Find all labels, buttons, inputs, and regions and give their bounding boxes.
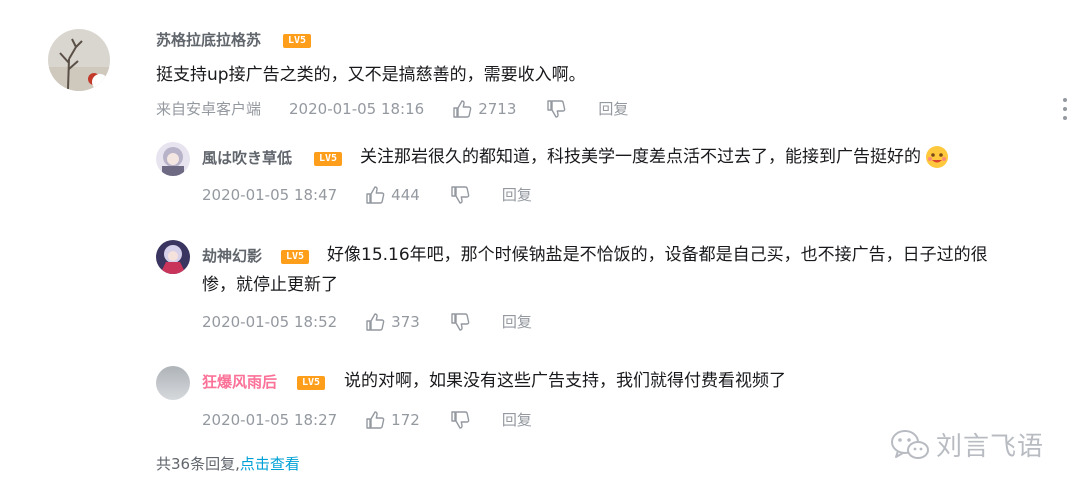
- watermark: 刘言飞语: [890, 426, 1044, 463]
- reply-button[interactable]: 回复: [598, 98, 628, 120]
- like-button[interactable]: 444: [365, 184, 420, 206]
- thumbs-up-icon: [366, 313, 385, 331]
- thumbs-down-icon: [451, 186, 470, 204]
- reply-username[interactable]: 狂爆风雨后: [202, 372, 277, 392]
- avatar[interactable]: [156, 240, 190, 274]
- level-badge: LV5: [283, 34, 311, 48]
- view-replies-link[interactable]: 点击查看: [240, 455, 300, 473]
- comment-time: 2020-01-05 18:16: [289, 100, 425, 118]
- thumbs-up-icon: [453, 100, 472, 118]
- like-count: 172: [391, 411, 420, 429]
- thumbs-up-icon: [366, 186, 385, 204]
- avatar[interactable]: [48, 29, 110, 91]
- comment-source: 来自安卓客户端: [156, 100, 262, 118]
- reply-username[interactable]: 劫神幻影: [202, 246, 262, 266]
- avatar[interactable]: [156, 142, 190, 176]
- dislike-button[interactable]: [450, 185, 470, 205]
- reply-meta: 2020-01-05 18:47 444 回复: [202, 184, 532, 206]
- thumbs-up-icon: [366, 411, 385, 429]
- level-badge: LV5: [314, 152, 342, 166]
- level-badge: LV5: [297, 376, 325, 390]
- watermark-text: 刘言飞语: [936, 432, 1045, 462]
- comment-username[interactable]: 苏格拉底拉格苏: [156, 30, 261, 50]
- comment-text: 挺支持up接广告之类的，又不是搞慈善的，需要收入啊。: [156, 65, 586, 85]
- like-button[interactable]: 2713: [452, 98, 516, 120]
- more-options-icon[interactable]: [1060, 98, 1070, 120]
- like-button[interactable]: 172: [365, 409, 420, 431]
- reply-time: 2020-01-05 18:47: [202, 186, 338, 204]
- thumbs-down-icon: [547, 100, 566, 118]
- comment-meta: 来自安卓客户端 2020-01-05 18:16 2713 回复: [156, 98, 628, 120]
- wechat-icon: [891, 429, 929, 459]
- reply-text: 说的对啊，如果没有这些广告支持，我们就得付费看视频了: [344, 371, 786, 391]
- thumbs-down-icon: [451, 313, 470, 331]
- reply-button[interactable]: 回复: [502, 409, 532, 431]
- reply-text-line-1: 好像15.16年吧，那个时候钠盐是不恰饭的，设备都是自己买，也不接广告，日子过的…: [327, 245, 988, 265]
- like-count: 2713: [478, 100, 517, 118]
- reply-text: 关注那岩很久的都知道，科技美学一度差点活不过去了，能接到广告挺好的: [360, 142, 949, 172]
- reply-summary: 共36条回复,点击查看: [156, 453, 300, 475]
- avatar[interactable]: [156, 366, 190, 400]
- reply-total: 共36条回复,: [156, 455, 240, 473]
- reply-meta: 2020-01-05 18:27 172 回复: [202, 409, 532, 431]
- like-count: 444: [391, 186, 420, 204]
- like-button[interactable]: 373: [365, 311, 420, 333]
- reply-username[interactable]: 風は吹き草低: [202, 148, 292, 168]
- reply-time: 2020-01-05 18:27: [202, 411, 338, 429]
- reply-text-line-2: 惨，就停止更新了: [202, 275, 338, 295]
- reply-meta: 2020-01-05 18:52 373 回复: [202, 311, 532, 333]
- dislike-button[interactable]: [546, 99, 566, 119]
- level-badge: LV5: [281, 250, 309, 264]
- reply-button[interactable]: 回复: [502, 311, 532, 333]
- emoji-icon: [926, 146, 948, 168]
- dislike-button[interactable]: [450, 312, 470, 332]
- dislike-button[interactable]: [450, 410, 470, 430]
- reply-time: 2020-01-05 18:52: [202, 313, 338, 331]
- reply-button[interactable]: 回复: [502, 184, 532, 206]
- like-count: 373: [391, 313, 420, 331]
- thumbs-down-icon: [451, 411, 470, 429]
